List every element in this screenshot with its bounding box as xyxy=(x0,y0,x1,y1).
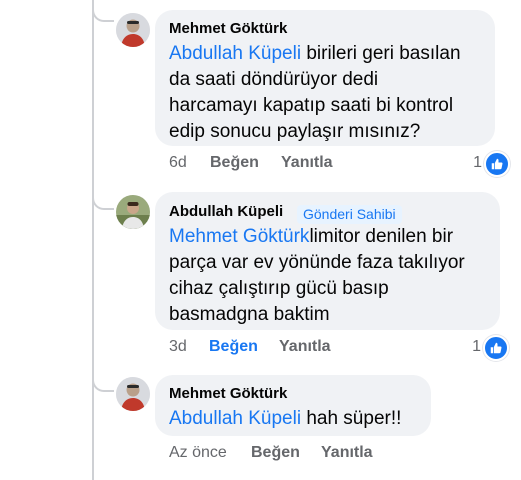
thumbs-up-icon[interactable] xyxy=(484,151,510,177)
comment-author[interactable]: Mehmet Göktürk xyxy=(169,385,287,402)
comment-timestamp[interactable]: 3d xyxy=(169,338,187,356)
like-button[interactable]: Beğen xyxy=(209,338,258,356)
reply-button[interactable]: Yanıtla xyxy=(281,154,333,172)
avatar[interactable] xyxy=(116,195,150,229)
user-avatar-icon xyxy=(116,13,150,47)
comment-timestamp[interactable]: Az önce xyxy=(169,444,227,462)
comment-timestamp[interactable]: 6d xyxy=(169,154,187,172)
reply-connector xyxy=(92,188,114,210)
reply-connector xyxy=(92,0,114,22)
like-button[interactable]: Beğen xyxy=(251,444,300,462)
avatar[interactable] xyxy=(116,377,150,411)
reply-connector xyxy=(92,370,114,392)
like-button[interactable]: Beğen xyxy=(210,154,259,172)
mention-link[interactable]: Abdullah Küpeli xyxy=(169,43,301,64)
author-badge: Gönderi Sahibi xyxy=(297,205,402,224)
mention-link[interactable]: Abdullah Küpeli xyxy=(169,408,301,429)
comment-text: Abdullah Küpeli birileri geri basılan da… xyxy=(169,43,461,142)
comment-author[interactable]: Abdullah Küpeli xyxy=(169,203,283,220)
user-avatar-icon xyxy=(116,195,150,229)
reaction-count[interactable]: 1 xyxy=(461,338,481,356)
comment-text: Mehmet Göktürklimitor denilen bir parça … xyxy=(169,226,465,325)
reply-button[interactable]: Yanıtla xyxy=(279,338,331,356)
comment-text: Abdullah Küpeli hah süper!! xyxy=(169,408,402,429)
user-avatar-icon xyxy=(116,377,150,411)
thumbs-up-icon[interactable] xyxy=(483,335,509,361)
comment-author[interactable]: Mehmet Göktürk xyxy=(169,20,287,37)
reaction-count[interactable]: 1 xyxy=(462,154,482,172)
thread-line xyxy=(92,0,94,480)
avatar[interactable] xyxy=(116,13,150,47)
mention-link[interactable]: Mehmet Göktürk xyxy=(169,226,309,247)
reply-button[interactable]: Yanıtla xyxy=(321,444,373,462)
